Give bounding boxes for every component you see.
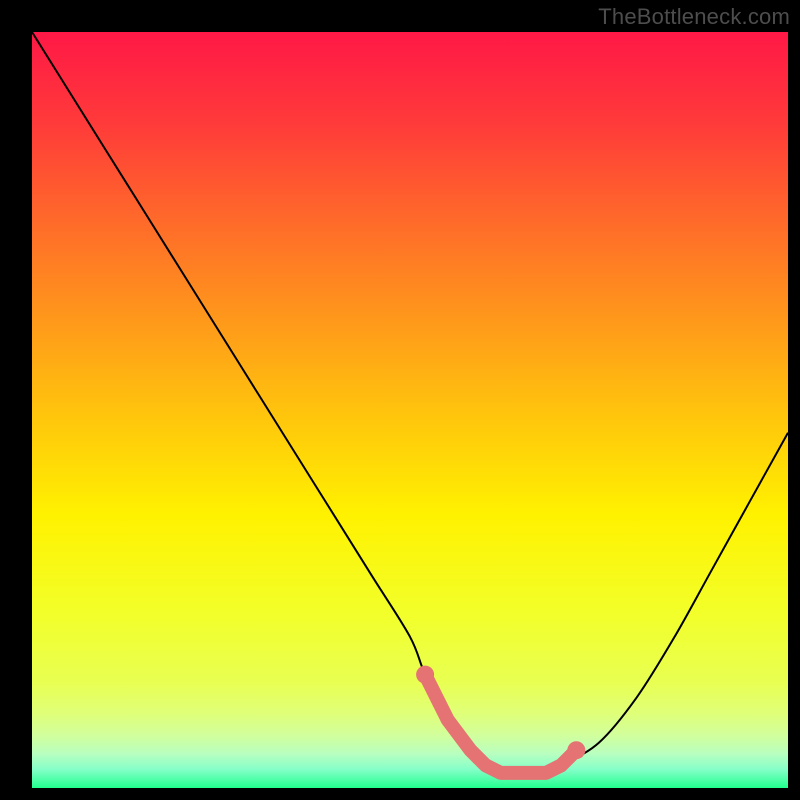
optimal-range-end-dot	[567, 741, 585, 759]
chart-plot-area	[32, 32, 788, 788]
watermark-label: TheBottleneck.com	[598, 4, 790, 30]
optimal-range-end-dot	[416, 666, 434, 684]
chart-stage: TheBottleneck.com	[0, 0, 800, 800]
chart-svg	[32, 32, 788, 788]
gradient-background	[32, 32, 788, 788]
